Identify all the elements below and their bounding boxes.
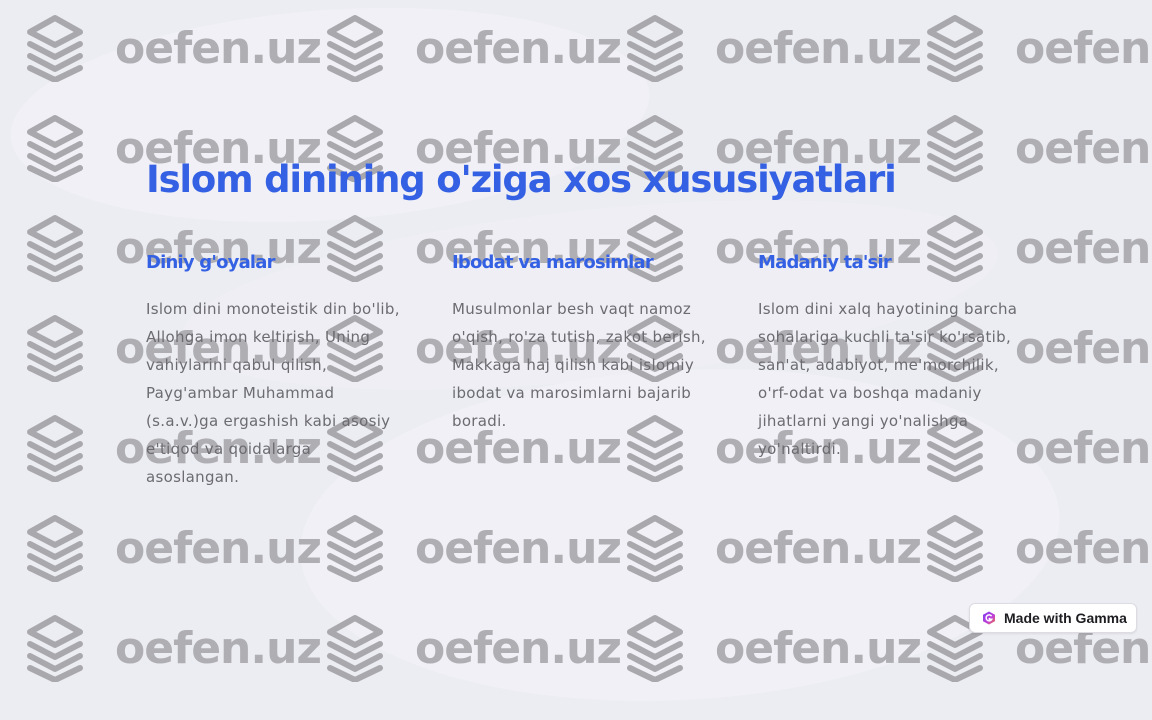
slide-title: Islom dinining o'ziga xos xususiyatlari [146, 158, 897, 201]
column-body: Islom dini monoteistik din bo'lib, Alloh… [146, 300, 400, 486]
gamma-logo-icon [983, 611, 995, 625]
watermark-text: oefen.uz [1015, 222, 1152, 274]
watermark-text: oefen.uz [115, 622, 322, 674]
watermark: oefen.uz [925, 114, 1152, 182]
watermark-text: oefen.uz [115, 522, 322, 574]
watermark-text: oefen.uz [1015, 22, 1152, 74]
stacked-layers-icon [27, 615, 83, 682]
background-shape [3, 0, 657, 243]
watermark: oefen.uz [625, 14, 922, 82]
watermark-text: oefen.uz [1015, 122, 1152, 174]
column-madaniy-tasir: Madaniy ta'sir Islom dini xalq hayotinin… [758, 252, 1018, 463]
stacked-layers-icon [27, 415, 83, 482]
column-body: Islom dini xalq hayotining barcha sohala… [758, 300, 1018, 458]
stacked-layers-icon [927, 115, 983, 182]
made-with-gamma-button[interactable]: Made with Gamma [969, 603, 1137, 633]
column-heading: Ibodat va marosimlar [452, 252, 654, 273]
column-heading: Diniy g'oyalar [146, 252, 276, 273]
stacked-layers-icon [27, 515, 83, 582]
column-heading: Madaniy ta'sir [758, 252, 892, 273]
column-diniy-goyalar: Diniy g'oyalar Islom dini monoteistik di… [146, 252, 406, 491]
stacked-layers-icon [27, 315, 83, 382]
watermark-text: oefen.uz [715, 22, 922, 74]
watermark-text: oefen.uz [1015, 322, 1152, 374]
stacked-layers-icon [927, 15, 983, 82]
watermark: oefen.uz [25, 514, 322, 582]
stacked-layers-icon [27, 215, 83, 282]
column-ibodat-va-marosimlar: Ibodat va marosimlar Musulmonlar besh va… [452, 252, 712, 435]
watermark: oefen.uz [25, 614, 322, 682]
column-body: Musulmonlar besh vaqt namoz o'qish, ro'z… [452, 300, 706, 430]
watermark: oefen.uz [925, 14, 1152, 82]
badge-label: Made with Gamma [1004, 610, 1127, 626]
